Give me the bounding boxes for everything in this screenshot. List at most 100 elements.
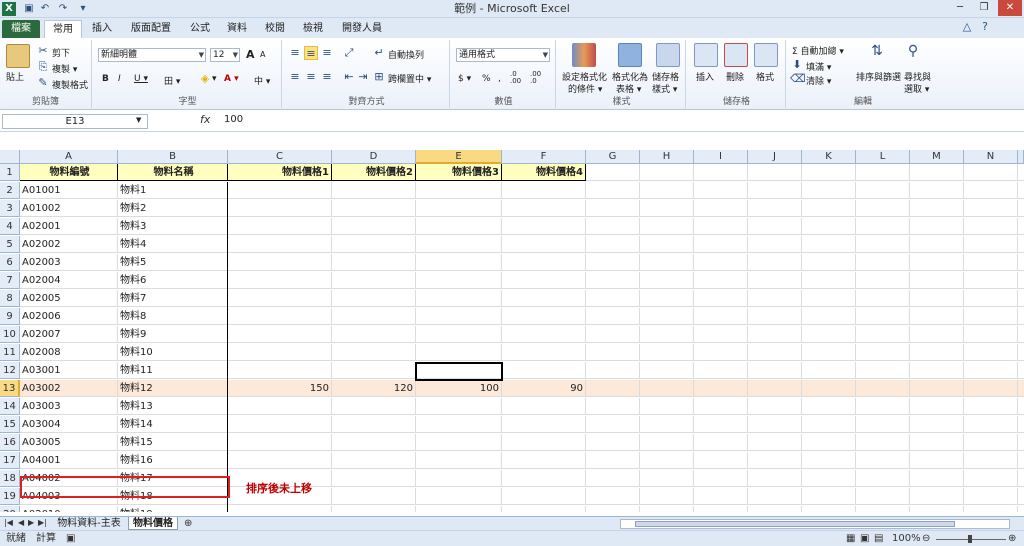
empty-cell[interactable] bbox=[694, 380, 748, 397]
phonetic-button[interactable]: 中 ▾ bbox=[254, 74, 270, 87]
empty-cell[interactable] bbox=[748, 326, 802, 343]
cell-f[interactable] bbox=[502, 236, 586, 253]
cell-c[interactable] bbox=[228, 308, 332, 325]
zoom-level[interactable]: 100% bbox=[892, 532, 921, 546]
cell-a[interactable]: A01001 bbox=[20, 182, 118, 199]
cell-e[interactable] bbox=[416, 398, 502, 415]
empty-cell[interactable] bbox=[694, 164, 748, 181]
cell-f[interactable] bbox=[502, 272, 586, 289]
row-header[interactable]: 19 bbox=[0, 488, 20, 505]
cell-a[interactable]: A02001 bbox=[20, 218, 118, 235]
conditional-formatting-icon[interactable] bbox=[572, 43, 596, 67]
sheet-tab-master[interactable]: 物料資料-主表 bbox=[50, 517, 128, 530]
cell-f[interactable] bbox=[502, 434, 586, 451]
empty-cell[interactable] bbox=[910, 272, 964, 289]
empty-cell[interactable] bbox=[910, 506, 964, 512]
cell-f[interactable] bbox=[502, 308, 586, 325]
row-header[interactable]: 16 bbox=[0, 434, 20, 451]
cell-d[interactable] bbox=[332, 344, 416, 361]
cell-e[interactable] bbox=[416, 326, 502, 343]
cell-d[interactable] bbox=[332, 452, 416, 469]
row-header[interactable]: 3 bbox=[0, 200, 20, 217]
percent-button[interactable]: % bbox=[482, 74, 491, 84]
copy-icon[interactable]: ⎘ bbox=[36, 60, 50, 74]
empty-cell[interactable] bbox=[802, 344, 856, 361]
empty-cell[interactable] bbox=[964, 218, 1018, 235]
decrease-decimal-button[interactable]: .00 .0 bbox=[530, 71, 550, 85]
cell-f[interactable]: 90 bbox=[502, 380, 586, 397]
empty-cell[interactable] bbox=[694, 488, 748, 505]
empty-cell[interactable] bbox=[910, 326, 964, 343]
empty-cell[interactable] bbox=[694, 236, 748, 253]
empty-cell[interactable] bbox=[694, 218, 748, 235]
minimize-icon[interactable]: ─ bbox=[948, 0, 972, 16]
cell-d[interactable] bbox=[332, 308, 416, 325]
sort-filter-icon[interactable]: ⇅ bbox=[870, 44, 884, 58]
cell-b[interactable]: 物料14 bbox=[118, 416, 228, 433]
format-painter-icon[interactable]: ✎ bbox=[36, 76, 50, 90]
cell-a[interactable]: A02008 bbox=[20, 344, 118, 361]
empty-cell[interactable] bbox=[964, 362, 1018, 379]
empty-cell[interactable] bbox=[640, 434, 694, 451]
cell-e[interactable] bbox=[416, 452, 502, 469]
empty-cell[interactable] bbox=[694, 434, 748, 451]
status-calculate[interactable]: 計算 bbox=[36, 532, 56, 546]
cell-b[interactable]: 物料6 bbox=[118, 272, 228, 289]
empty-cell[interactable] bbox=[640, 290, 694, 307]
copy-button[interactable]: 複製 ▾ bbox=[52, 62, 77, 75]
row-header[interactable]: 10 bbox=[0, 326, 20, 343]
empty-cell[interactable] bbox=[964, 308, 1018, 325]
cell-c[interactable]: 物料價格1 bbox=[228, 164, 332, 181]
cell-d[interactable] bbox=[332, 434, 416, 451]
worksheet-grid[interactable]: A B C D E F G H I J K L M N 1 物料編號 物料名稱 物料價… bbox=[0, 150, 1024, 512]
increase-indent-icon[interactable]: ⇥ bbox=[356, 70, 370, 84]
empty-cell[interactable] bbox=[856, 254, 910, 271]
empty-cell[interactable] bbox=[694, 344, 748, 361]
row-header[interactable]: 20 bbox=[0, 506, 20, 512]
cell-f[interactable] bbox=[502, 470, 586, 487]
empty-cell[interactable] bbox=[910, 308, 964, 325]
empty-cell[interactable] bbox=[802, 182, 856, 199]
empty-cell[interactable] bbox=[640, 182, 694, 199]
empty-cell[interactable] bbox=[586, 326, 640, 343]
select-all-corner[interactable] bbox=[0, 150, 20, 164]
empty-cell[interactable] bbox=[640, 398, 694, 415]
page-layout-view-icon[interactable]: ▣ bbox=[860, 532, 869, 546]
empty-cell[interactable] bbox=[748, 416, 802, 433]
empty-cell[interactable] bbox=[694, 308, 748, 325]
empty-cell[interactable] bbox=[856, 362, 910, 379]
cell-f[interactable] bbox=[502, 290, 586, 307]
cell-c[interactable] bbox=[228, 416, 332, 433]
cell-b[interactable]: 物料13 bbox=[118, 398, 228, 415]
empty-cell[interactable] bbox=[586, 182, 640, 199]
empty-cell[interactable] bbox=[586, 254, 640, 271]
tab-home[interactable]: 常用 bbox=[44, 20, 82, 38]
empty-cell[interactable] bbox=[910, 236, 964, 253]
cell-d[interactable] bbox=[332, 362, 416, 379]
empty-cell[interactable] bbox=[748, 200, 802, 217]
row-header[interactable]: 11 bbox=[0, 344, 20, 361]
empty-cell[interactable] bbox=[694, 182, 748, 199]
empty-cell[interactable] bbox=[856, 218, 910, 235]
row-header[interactable]: 12 bbox=[0, 362, 20, 379]
empty-cell[interactable] bbox=[586, 200, 640, 217]
row-header[interactable]: 2 bbox=[0, 182, 20, 199]
empty-cell[interactable] bbox=[694, 452, 748, 469]
empty-cell[interactable] bbox=[856, 488, 910, 505]
empty-cell[interactable] bbox=[586, 452, 640, 469]
cell-e[interactable] bbox=[416, 290, 502, 307]
comma-button[interactable]: , bbox=[498, 74, 501, 84]
empty-cell[interactable] bbox=[856, 308, 910, 325]
empty-cell[interactable] bbox=[640, 254, 694, 271]
cell-d[interactable] bbox=[332, 290, 416, 307]
horizontal-scrollbar[interactable] bbox=[620, 519, 1010, 529]
eraser-icon[interactable]: ⌫ bbox=[790, 72, 806, 86]
empty-cell[interactable] bbox=[748, 164, 802, 181]
delete-cells-icon[interactable] bbox=[724, 43, 748, 67]
cell-a[interactable]: A01002 bbox=[20, 200, 118, 217]
tab-data[interactable]: 資料 bbox=[220, 20, 254, 38]
active-cell-outline[interactable] bbox=[415, 362, 503, 381]
column-header[interactable]: K bbox=[802, 150, 856, 164]
new-sheet-icon[interactable]: ⊕ bbox=[184, 518, 192, 529]
row-header[interactable]: 13 bbox=[0, 380, 20, 397]
